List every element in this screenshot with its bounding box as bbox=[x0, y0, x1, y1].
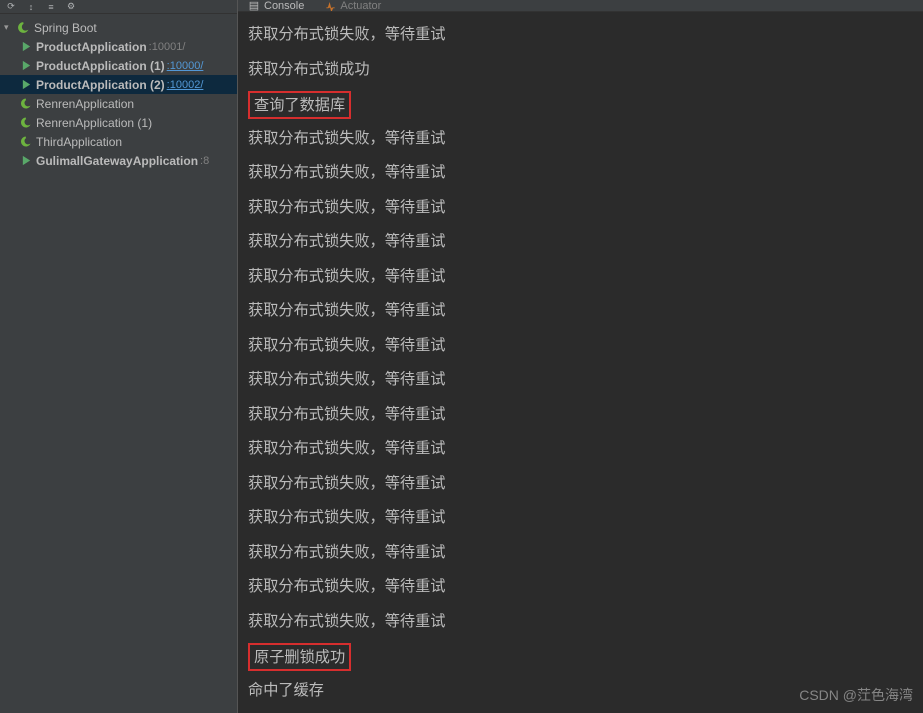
console-line: 获取分布式锁失败，等待重试 bbox=[248, 225, 913, 260]
item-label: RenrenApplication (1) bbox=[36, 116, 152, 130]
console-icon: ▤ bbox=[248, 0, 260, 12]
sidebar: ⟳ ↕ ≡ ⚙ ▾ Spring Boot ProductApplication… bbox=[0, 0, 238, 713]
console-line: 获取分布式锁失败，等待重试 bbox=[248, 363, 913, 398]
item-label: ThirdApplication bbox=[36, 135, 122, 149]
run-icon bbox=[20, 79, 32, 91]
run-icon bbox=[20, 155, 32, 167]
tree-item[interactable]: ProductApplication (1) :10000/ bbox=[0, 56, 237, 75]
tree-item[interactable]: ProductApplication :10001/ bbox=[0, 37, 237, 56]
tree-item[interactable]: GulimallGatewayApplication :8 bbox=[0, 151, 237, 170]
console-line: 获取分布式锁成功 bbox=[248, 53, 913, 88]
tree-root[interactable]: ▾ Spring Boot bbox=[0, 18, 237, 37]
sidebar-toolbar: ⟳ ↕ ≡ ⚙ bbox=[0, 0, 237, 14]
run-icon bbox=[20, 60, 32, 72]
spring-app-icon bbox=[20, 98, 32, 110]
console-line: 原子删锁成功 bbox=[248, 639, 913, 674]
console-line: 获取分布式锁失败，等待重试 bbox=[248, 570, 913, 605]
spring-icon bbox=[16, 21, 30, 35]
tree-item[interactable]: RenrenApplication bbox=[0, 94, 237, 113]
tab-label: Console bbox=[264, 0, 304, 12]
console-line: 获取分布式锁失败，等待重试 bbox=[248, 122, 913, 157]
item-label: ProductApplication (1) bbox=[36, 59, 165, 73]
toolbar-icon-2[interactable]: ↕ bbox=[24, 1, 38, 13]
console-line: 获取分布式锁失败，等待重试 bbox=[248, 605, 913, 640]
run-tree: ▾ Spring Boot ProductApplication :10001/… bbox=[0, 14, 237, 170]
spring-app-icon bbox=[20, 136, 32, 148]
chevron-down-icon: ▾ bbox=[4, 22, 14, 33]
highlight-annotation: 查询了数据库 bbox=[248, 91, 351, 119]
item-port[interactable]: :10002/ bbox=[167, 79, 204, 91]
tree-item[interactable]: ThirdApplication bbox=[0, 132, 237, 151]
console-line: 获取分布式锁失败，等待重试 bbox=[248, 260, 913, 295]
spring-app-icon bbox=[20, 117, 32, 129]
console-line: 获取分布式锁失败，等待重试 bbox=[248, 501, 913, 536]
content-area: ▤ Console Actuator 获取分布式锁失败，等待重试获取分布式锁成功… bbox=[238, 0, 923, 713]
console-line: 获取分布式锁失败，等待重试 bbox=[248, 294, 913, 329]
item-label: ProductApplication (2) bbox=[36, 78, 165, 92]
console-line: 获取分布式锁失败，等待重试 bbox=[248, 432, 913, 467]
item-port: :10001/ bbox=[149, 41, 186, 53]
tab-actuator[interactable]: Actuator bbox=[324, 0, 381, 12]
item-port: :8 bbox=[200, 155, 209, 167]
highlight-annotation: 原子删锁成功 bbox=[248, 643, 351, 671]
tree-item[interactable]: RenrenApplication (1) bbox=[0, 113, 237, 132]
console-line: 获取分布式锁失败，等待重试 bbox=[248, 467, 913, 502]
console-line: 获取分布式锁失败，等待重试 bbox=[248, 156, 913, 191]
watermark: CSDN @茳色海湾 bbox=[799, 685, 913, 705]
tree-item[interactable]: ProductApplication (2) :10002/ bbox=[0, 75, 237, 94]
toolbar-icon-1[interactable]: ⟳ bbox=[4, 1, 18, 13]
toolbar-icon-3[interactable]: ≡ bbox=[44, 1, 58, 13]
console-output[interactable]: 获取分布式锁失败，等待重试获取分布式锁成功查询了数据库获取分布式锁失败，等待重试… bbox=[238, 12, 923, 713]
tabs: ▤ Console Actuator bbox=[238, 0, 923, 12]
item-label: ProductApplication bbox=[36, 40, 147, 54]
item-port[interactable]: :10000/ bbox=[167, 60, 204, 72]
console-line: 获取分布式锁失败，等待重试 bbox=[248, 398, 913, 433]
toolbar-icon-4[interactable]: ⚙ bbox=[64, 1, 78, 13]
console-line: 查询了数据库 bbox=[248, 87, 913, 122]
run-icon bbox=[20, 41, 32, 53]
root-label: Spring Boot bbox=[34, 21, 97, 35]
tab-label: Actuator bbox=[340, 0, 381, 12]
actuator-icon bbox=[324, 0, 336, 12]
console-line: 获取分布式锁失败，等待重试 bbox=[248, 536, 913, 571]
tab-console[interactable]: ▤ Console bbox=[248, 0, 304, 12]
console-line: 获取分布式锁失败，等待重试 bbox=[248, 191, 913, 226]
item-label: RenrenApplication bbox=[36, 97, 134, 111]
console-line: 获取分布式锁失败，等待重试 bbox=[248, 329, 913, 364]
item-label: GulimallGatewayApplication bbox=[36, 154, 198, 168]
console-line: 获取分布式锁失败，等待重试 bbox=[248, 18, 913, 53]
